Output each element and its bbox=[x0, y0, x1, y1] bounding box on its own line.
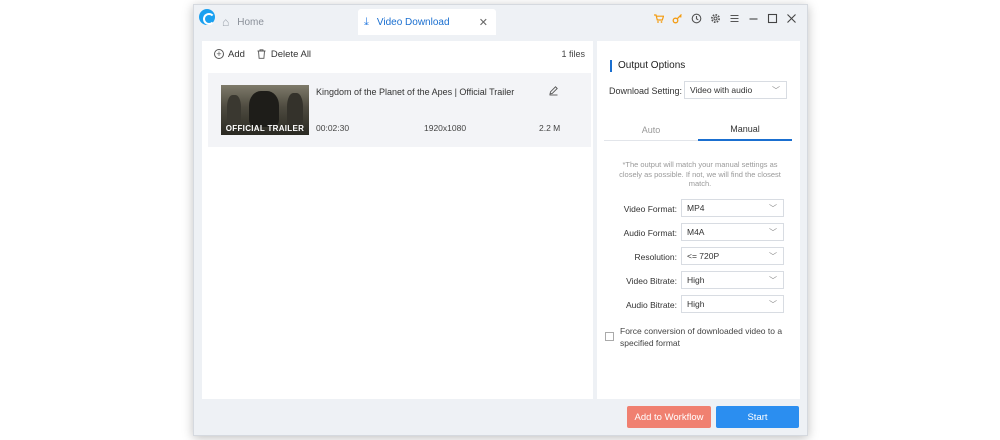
manual-settings-note: *The output will match your manual setti… bbox=[619, 160, 781, 188]
video-bitrate-label: Video Bitrate: bbox=[626, 276, 677, 286]
resolution-select[interactable]: <= 720P ﹀ bbox=[681, 247, 784, 265]
add-button-label: Add bbox=[228, 48, 245, 60]
audio-format-value: M4A bbox=[687, 227, 705, 237]
mode-tabs: Auto Manual bbox=[604, 118, 792, 141]
app-logo-icon bbox=[199, 9, 215, 25]
video-format-select[interactable]: MP4 ﹀ bbox=[681, 199, 784, 217]
video-duration: 00:02:30 bbox=[316, 123, 350, 133]
audio-bitrate-label: Audio Bitrate: bbox=[625, 300, 677, 310]
video-bitrate-select[interactable]: High ﹀ bbox=[681, 271, 784, 289]
download-setting-select[interactable]: Video with audio ﹀ bbox=[684, 81, 787, 99]
file-list-pane: + Add Delete All 1 files OFFICIAL TRAILE… bbox=[202, 41, 593, 399]
video-format-value: MP4 bbox=[687, 203, 705, 213]
thumbnail-text: OFFICIAL TRAILER bbox=[225, 124, 305, 133]
output-options-pane: Output Options Download Setting: Video w… bbox=[597, 41, 800, 399]
app-window: ⌂ Home ⤓ Video Download ✕ + Add Delete A… bbox=[193, 4, 808, 436]
maximize-icon[interactable] bbox=[767, 12, 778, 24]
download-setting-label: Download Setting: bbox=[609, 86, 683, 96]
force-conversion-checkbox[interactable] bbox=[605, 332, 614, 341]
video-resolution: 1920x1080 bbox=[424, 123, 467, 133]
close-icon[interactable] bbox=[786, 12, 797, 24]
tab-home-label: Home bbox=[237, 16, 264, 28]
window-toolbar bbox=[653, 12, 797, 24]
chevron-down-icon: ﹀ bbox=[769, 204, 777, 213]
add-to-workflow-button[interactable]: Add to Workflow bbox=[627, 406, 711, 428]
tab-close-icon[interactable]: ✕ bbox=[479, 16, 488, 29]
video-format-label: Video Format: bbox=[623, 204, 677, 214]
trash-icon bbox=[257, 49, 267, 59]
chevron-down-icon: ﹀ bbox=[769, 252, 777, 261]
title-bar: ⌂ Home ⤓ Video Download ✕ bbox=[194, 5, 807, 35]
chevron-down-icon: ﹀ bbox=[772, 86, 780, 95]
tab-video-download-label: Video Download bbox=[376, 16, 450, 28]
tab-manual[interactable]: Manual bbox=[698, 118, 792, 141]
add-icon: + bbox=[214, 49, 224, 59]
home-icon: ⌂ bbox=[222, 15, 230, 29]
key-icon[interactable] bbox=[672, 12, 683, 24]
start-button[interactable]: Start bbox=[716, 406, 799, 428]
resolution-value: <= 720P bbox=[687, 251, 720, 261]
force-conversion-label[interactable]: Force conversion of downloaded video to … bbox=[620, 325, 790, 349]
download-setting-value: Video with audio bbox=[690, 85, 753, 95]
video-title: Kingdom of the Planet of the Apes | Offi… bbox=[316, 87, 515, 97]
minimize-icon[interactable] bbox=[748, 12, 759, 24]
audio-bitrate-select[interactable]: High ﹀ bbox=[681, 295, 784, 313]
delete-all-label: Delete All bbox=[270, 48, 312, 60]
file-list-toolbar: + Add Delete All 1 files bbox=[202, 41, 593, 67]
download-icon: ⤓ bbox=[364, 15, 369, 28]
edit-icon[interactable] bbox=[548, 85, 559, 99]
files-count: 1 files bbox=[561, 49, 585, 59]
chevron-down-icon: ﹀ bbox=[769, 228, 777, 237]
menu-icon[interactable] bbox=[729, 12, 740, 24]
settings-icon[interactable] bbox=[710, 12, 721, 24]
audio-bitrate-value: High bbox=[687, 299, 705, 309]
delete-all-button[interactable]: Delete All bbox=[257, 49, 311, 60]
video-bitrate-value: High bbox=[687, 275, 705, 285]
add-button[interactable]: + Add bbox=[214, 49, 245, 60]
video-size: 2.2 M bbox=[539, 123, 561, 133]
audio-format-label: Audio Format: bbox=[623, 228, 677, 238]
cart-icon[interactable] bbox=[653, 12, 664, 24]
audio-format-select[interactable]: M4A ﹀ bbox=[681, 223, 784, 241]
video-thumbnail: OFFICIAL TRAILER bbox=[221, 85, 309, 135]
history-icon[interactable] bbox=[691, 12, 702, 24]
chevron-down-icon: ﹀ bbox=[769, 276, 777, 285]
list-item[interactable]: OFFICIAL TRAILER Kingdom of the Planet o… bbox=[208, 73, 591, 147]
output-options-title: Output Options bbox=[610, 60, 685, 72]
tab-home[interactable]: ⌂ Home bbox=[222, 9, 322, 35]
resolution-label: Resolution: bbox=[634, 252, 677, 262]
chevron-down-icon: ﹀ bbox=[769, 300, 777, 309]
tab-auto[interactable]: Auto bbox=[604, 118, 698, 141]
tab-video-download[interactable]: ⤓ Video Download ✕ bbox=[358, 9, 496, 35]
